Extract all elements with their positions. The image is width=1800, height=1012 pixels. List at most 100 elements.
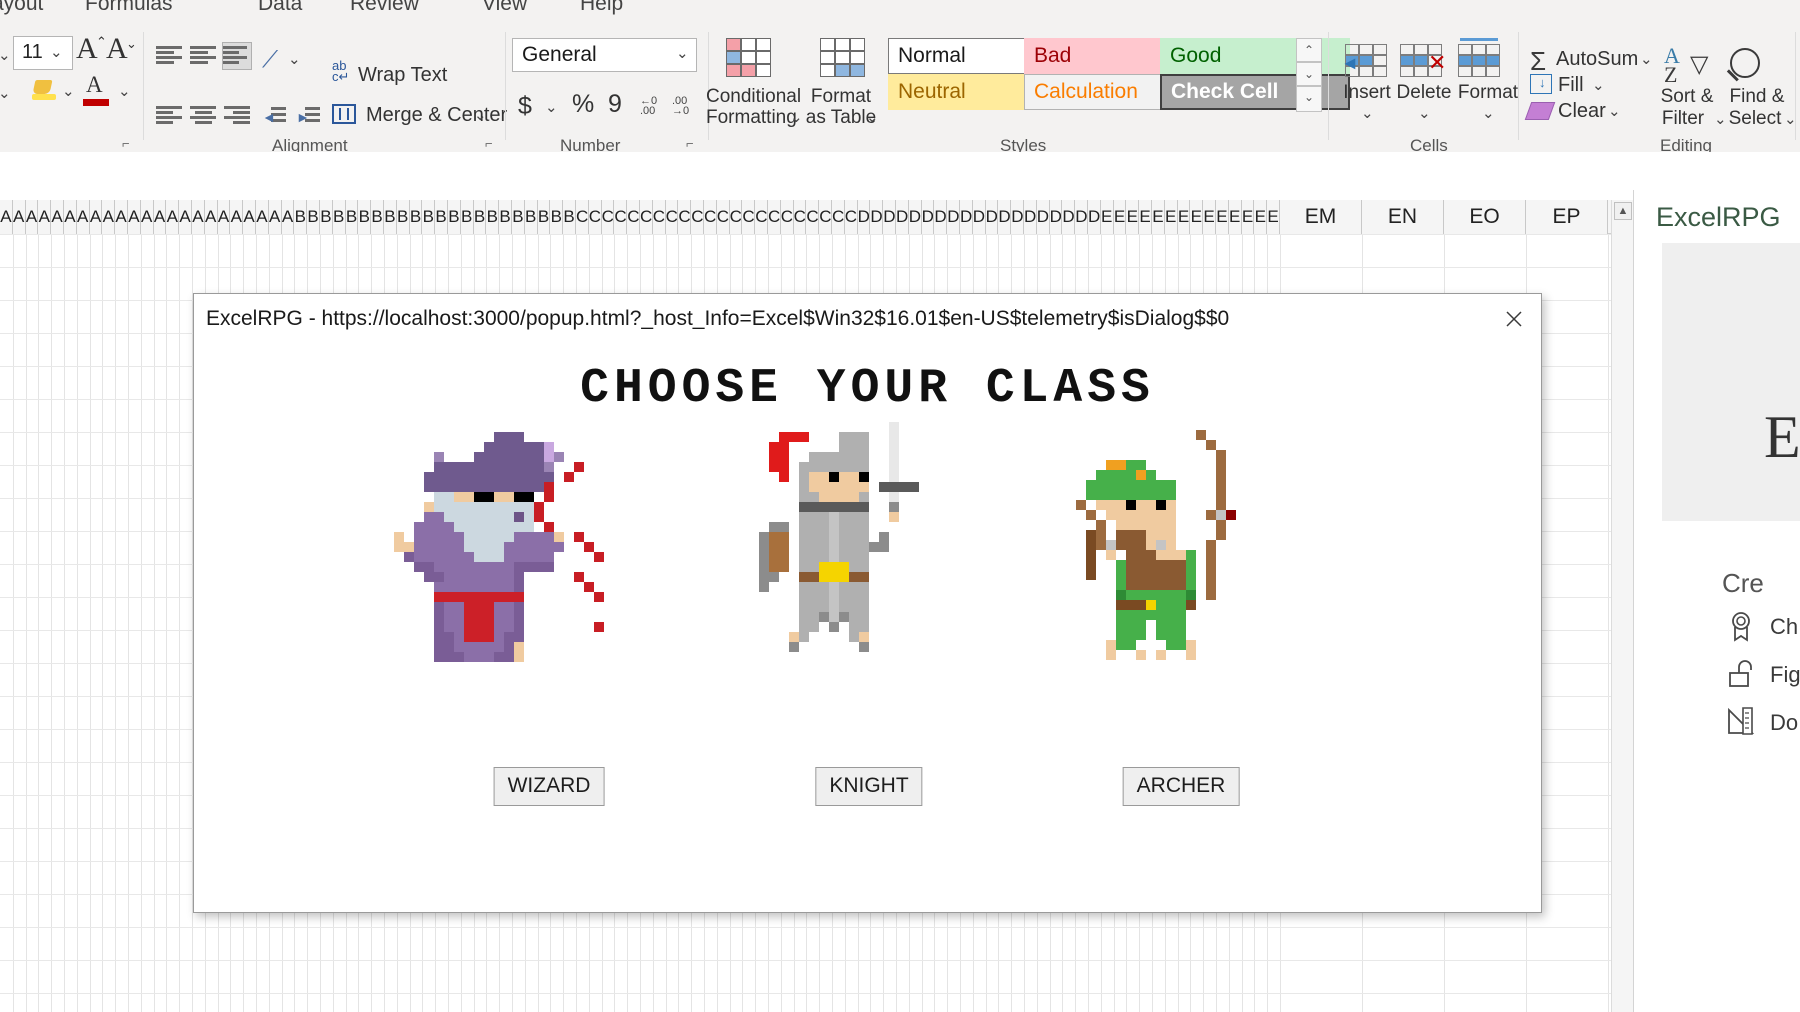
currency-format-button[interactable]: $ bbox=[518, 92, 532, 121]
clear-chevron-icon[interactable]: ⌄ bbox=[1608, 102, 1621, 120]
column-header-E[interactable]: E bbox=[1203, 200, 1216, 234]
column-header-E[interactable]: E bbox=[1190, 200, 1204, 234]
column-header-C[interactable]: C bbox=[793, 200, 807, 234]
column-header-E[interactable]: E bbox=[1177, 200, 1191, 234]
column-header-A[interactable]: A bbox=[179, 200, 192, 234]
column-header-E[interactable]: E bbox=[1267, 200, 1280, 234]
column-header-B[interactable]: B bbox=[563, 200, 576, 234]
column-header-B[interactable]: B bbox=[422, 200, 436, 234]
task-pane-item-1[interactable]: Fig bbox=[1726, 658, 1800, 698]
conditional-formatting-icon[interactable] bbox=[726, 38, 772, 78]
percent-format-button[interactable]: % bbox=[572, 90, 594, 119]
column-header-C[interactable]: C bbox=[806, 200, 820, 234]
column-header-B[interactable]: B bbox=[448, 200, 461, 234]
tab-formulas[interactable]: Formulas bbox=[85, 0, 173, 16]
fill-button[interactable]: Fill bbox=[1558, 74, 1584, 97]
column-header-D[interactable]: D bbox=[857, 200, 871, 234]
autosum-button[interactable]: AutoSum bbox=[1556, 48, 1638, 71]
font-name-dropdown-chevron[interactable]: ⌄ bbox=[0, 46, 11, 64]
tab-page-layout[interactable]: ayout bbox=[0, 0, 43, 16]
column-header-E[interactable]: E bbox=[1100, 200, 1114, 234]
column-header-C[interactable]: C bbox=[742, 200, 756, 234]
column-header-E[interactable]: E bbox=[1216, 200, 1229, 234]
column-header-C[interactable]: C bbox=[755, 200, 768, 234]
column-header-E[interactable]: E bbox=[1113, 200, 1127, 234]
tab-help[interactable]: Help bbox=[580, 0, 623, 16]
column-header-B[interactable]: B bbox=[320, 200, 333, 234]
format-cells-label[interactable]: Format bbox=[1450, 82, 1526, 104]
insert-cells-icon[interactable]: ◄ bbox=[1341, 44, 1389, 78]
column-header-E[interactable]: E bbox=[1254, 200, 1268, 234]
archer-button[interactable]: ARCHER bbox=[1122, 767, 1240, 806]
column-header-D[interactable]: D bbox=[896, 200, 909, 234]
column-header-C[interactable]: C bbox=[678, 200, 692, 234]
tab-view[interactable]: View bbox=[482, 0, 527, 16]
column-header-A[interactable]: A bbox=[140, 200, 154, 234]
column-header-A[interactable]: A bbox=[128, 200, 141, 234]
column-header-A[interactable]: A bbox=[115, 200, 128, 234]
fill-color-icon[interactable] bbox=[32, 80, 56, 100]
column-header-B[interactable]: B bbox=[384, 200, 397, 234]
delete-cells-icon[interactable]: ✕ bbox=[1400, 44, 1446, 78]
styles-scroll-up-button[interactable]: ⌃ bbox=[1296, 38, 1322, 62]
font-size-chevron-down-icon[interactable]: ⌄ bbox=[50, 43, 63, 61]
increase-indent-icon[interactable]: ► bbox=[296, 107, 320, 125]
find-select-label-line1[interactable]: Find & bbox=[1718, 86, 1796, 108]
column-header-B[interactable]: B bbox=[499, 200, 512, 234]
column-header-B[interactable]: B bbox=[371, 200, 384, 234]
align-right-icon[interactable] bbox=[224, 106, 250, 126]
column-header-C[interactable]: C bbox=[844, 200, 858, 234]
column-header-B[interactable]: B bbox=[345, 200, 359, 234]
delete-chevron-icon[interactable]: ⌄ bbox=[1418, 104, 1431, 122]
currency-chevron-icon[interactable]: ⌄ bbox=[545, 98, 558, 116]
task-pane-item-2[interactable]: Do bbox=[1726, 706, 1800, 746]
column-header-D[interactable]: D bbox=[1075, 200, 1088, 234]
wizard-button[interactable]: WIZARD bbox=[493, 767, 605, 806]
column-header-D[interactable]: D bbox=[934, 200, 948, 234]
column-header-B[interactable]: B bbox=[409, 200, 423, 234]
clear-button[interactable]: Clear bbox=[1558, 100, 1606, 123]
column-header-C[interactable]: C bbox=[588, 200, 602, 234]
column-header-B[interactable]: B bbox=[294, 200, 308, 234]
close-icon[interactable] bbox=[1497, 302, 1531, 336]
column-header-B[interactable]: B bbox=[512, 200, 525, 234]
column-header-C[interactable]: C bbox=[652, 200, 666, 234]
column-header-B[interactable]: B bbox=[332, 200, 346, 234]
tab-data[interactable]: Data bbox=[258, 0, 302, 16]
column-header-A[interactable]: A bbox=[166, 200, 180, 234]
column-header-EN[interactable]: EN bbox=[1362, 200, 1444, 234]
format-cells-icon[interactable] bbox=[1458, 38, 1502, 77]
column-header-A[interactable]: A bbox=[51, 200, 64, 234]
column-header-B[interactable]: B bbox=[486, 200, 500, 234]
styles-scroll-down-button[interactable]: ⌄ bbox=[1296, 62, 1322, 86]
shrink-font-icon[interactable]: A bbox=[106, 32, 128, 66]
fill-chevron-icon[interactable]: ⌄ bbox=[1592, 76, 1605, 94]
column-header-B[interactable]: B bbox=[396, 200, 410, 234]
column-header-D[interactable]: D bbox=[1088, 200, 1101, 234]
align-top-icon[interactable] bbox=[156, 46, 182, 66]
column-header-D[interactable]: D bbox=[1011, 200, 1024, 234]
column-header-D[interactable]: D bbox=[998, 200, 1012, 234]
sort-filter-label-line2[interactable]: Filter bbox=[1648, 108, 1718, 130]
orientation-icon[interactable]: ⟋ bbox=[262, 46, 278, 73]
column-header-B[interactable]: B bbox=[537, 200, 551, 234]
column-header-D[interactable]: D bbox=[1049, 200, 1063, 234]
column-header-C[interactable]: C bbox=[768, 200, 781, 234]
vertical-scrollbar[interactable]: ▲ bbox=[1611, 200, 1633, 1012]
column-header-A[interactable]: A bbox=[153, 200, 167, 234]
conditional-formatting-label[interactable]: Conditional Formatting bbox=[706, 86, 801, 128]
column-header-E[interactable]: E bbox=[1152, 200, 1165, 234]
format-chevron-icon[interactable]: ⌄ bbox=[1482, 104, 1495, 122]
column-header-C[interactable]: C bbox=[691, 200, 704, 234]
column-header-D[interactable]: D bbox=[985, 200, 999, 234]
orientation-chevron-icon[interactable]: ⌄ bbox=[288, 50, 301, 68]
column-header-B[interactable]: B bbox=[473, 200, 487, 234]
column-header-C[interactable]: C bbox=[716, 200, 730, 234]
fill-color-chevron-icon[interactable]: ⌄ bbox=[62, 82, 75, 100]
number-format-chevron-icon[interactable]: ⌄ bbox=[676, 44, 689, 62]
column-header-C[interactable]: C bbox=[601, 200, 615, 234]
wrap-text-button[interactable]: Wrap Text bbox=[358, 64, 447, 87]
column-header-A[interactable]: A bbox=[243, 200, 256, 234]
column-header-D[interactable]: D bbox=[972, 200, 986, 234]
column-header-A[interactable]: A bbox=[76, 200, 90, 234]
